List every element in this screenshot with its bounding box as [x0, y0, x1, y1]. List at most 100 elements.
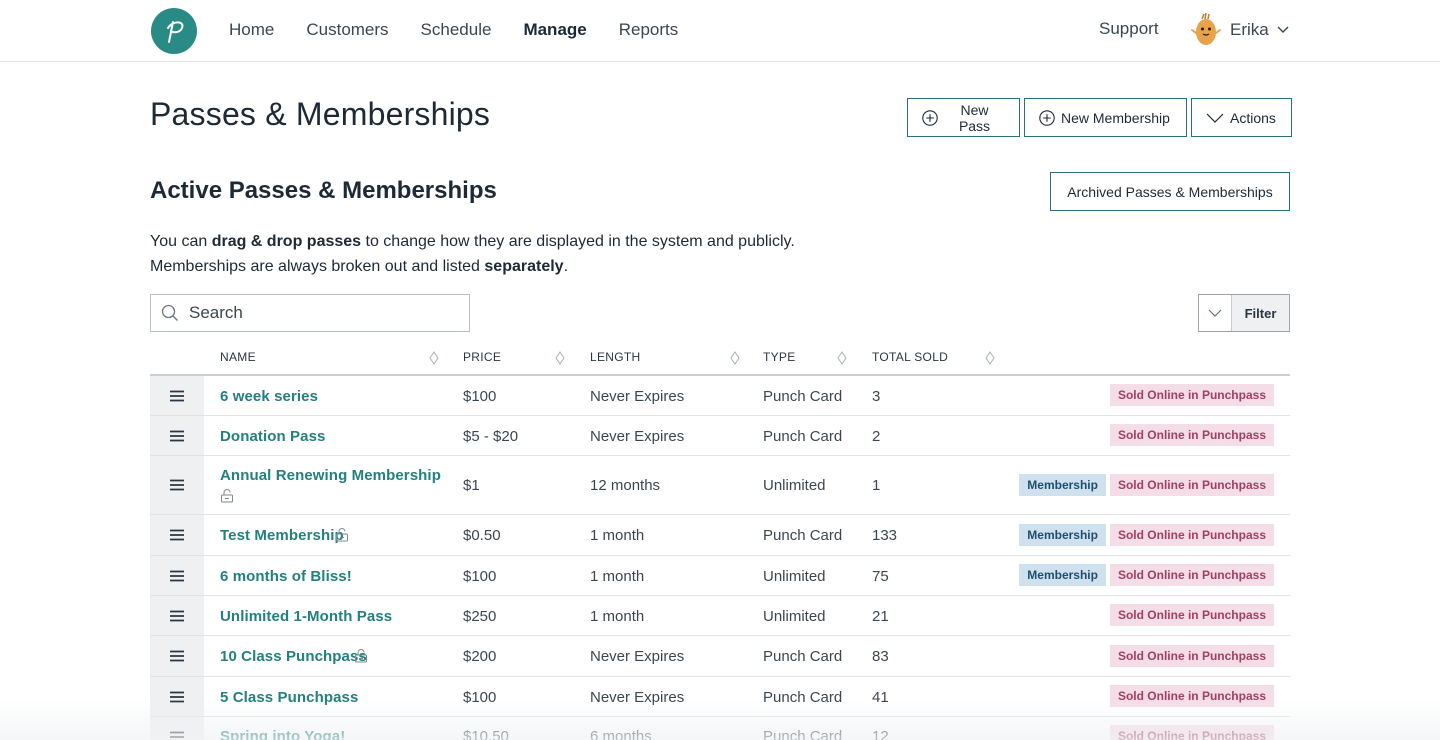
- nav-schedule[interactable]: Schedule: [421, 20, 492, 40]
- row-badges: Membership Sold Online in Punchpass: [1019, 524, 1274, 546]
- avatar: [1191, 13, 1221, 45]
- chevron-down-icon: [1277, 26, 1289, 33]
- table-row: Unlimited 1-Month Pass $250 1 month Unli…: [150, 596, 1290, 636]
- pass-name-link[interactable]: Annual Renewing Membership: [220, 467, 441, 484]
- drag-handle[interactable]: [150, 416, 204, 455]
- price-cell: $0.50: [463, 527, 501, 544]
- actions-button[interactable]: Actions: [1191, 98, 1292, 137]
- filter-caret[interactable]: [1199, 295, 1232, 331]
- search-input[interactable]: [189, 303, 459, 323]
- membership-badge: Membership: [1019, 564, 1106, 586]
- pass-name-link[interactable]: 10 Class Punchpass: [220, 648, 367, 665]
- drag-handle[interactable]: [150, 456, 204, 514]
- drag-handle[interactable]: [150, 717, 204, 740]
- table-row: 6 week series $100 Never Expires Punch C…: [150, 376, 1290, 416]
- sort-icon[interactable]: [429, 351, 439, 365]
- membership-badge: Membership: [1019, 524, 1106, 546]
- total-sold-cell: 133: [872, 527, 898, 544]
- plus-circle-icon: [1039, 109, 1055, 126]
- drag-handle-icon: [170, 479, 184, 491]
- sort-icon[interactable]: [837, 351, 847, 365]
- length-cell: 1 month: [590, 568, 645, 585]
- drag-handle[interactable]: [150, 376, 204, 415]
- type-cell: Unlimited: [763, 568, 826, 585]
- new-membership-button[interactable]: New Membership: [1024, 98, 1187, 137]
- drag-handle-icon: [170, 529, 184, 541]
- nav-reports[interactable]: Reports: [619, 20, 679, 40]
- table-row: 5 Class Punchpass $100 Never Expires Pun…: [150, 677, 1290, 717]
- type-cell: Punch Card: [763, 648, 843, 665]
- nav-home[interactable]: Home: [229, 20, 274, 40]
- length-cell: Never Expires: [590, 689, 685, 706]
- price-cell: $200: [463, 648, 497, 665]
- sold-online-badge: Sold Online in Punchpass: [1109, 685, 1274, 707]
- drag-handle-icon: [170, 610, 184, 621]
- drag-handle[interactable]: [150, 677, 204, 716]
- sort-icon[interactable]: [555, 351, 565, 365]
- pass-name-link[interactable]: 5 Class Punchpass: [220, 689, 358, 706]
- punchpass-logo[interactable]: [151, 8, 197, 54]
- type-cell: Punch Card: [763, 728, 843, 740]
- total-sold-cell: 2: [872, 428, 881, 445]
- recurring-icon: [355, 649, 367, 663]
- nav-manage[interactable]: Manage: [523, 20, 586, 40]
- sort-icon[interactable]: [985, 351, 995, 365]
- column-header-length[interactable]: LENGTH: [590, 350, 640, 364]
- row-badges: Sold Online in Punchpass: [1109, 645, 1274, 667]
- user-menu[interactable]: Erika: [1190, 12, 1289, 48]
- pass-name-link[interactable]: 6 week series: [220, 388, 318, 405]
- pass-name-link[interactable]: Unlimited 1-Month Pass: [220, 608, 392, 625]
- new-pass-button[interactable]: New Pass: [907, 98, 1020, 137]
- row-badges: Membership Sold Online in Punchpass: [1019, 474, 1274, 496]
- length-cell: 1 month: [590, 527, 645, 544]
- price-cell: $100: [463, 689, 497, 706]
- support-link[interactable]: Support: [1099, 19, 1159, 39]
- plus-circle-icon: [922, 109, 938, 126]
- membership-badge: Membership: [1019, 474, 1106, 496]
- filter-button[interactable]: Filter: [1198, 294, 1290, 332]
- total-sold-cell: 1: [872, 477, 881, 494]
- logo-p-icon: [167, 21, 184, 43]
- column-header-name[interactable]: NAME: [220, 350, 256, 364]
- column-header-total-sold[interactable]: TOTAL SOLD: [872, 350, 948, 364]
- drag-handle[interactable]: [150, 515, 204, 555]
- sold-online-badge: Sold Online in Punchpass: [1109, 384, 1274, 406]
- price-cell: $10.50: [463, 728, 509, 740]
- price-cell: $1: [463, 477, 480, 494]
- new-membership-label: New Membership: [1061, 109, 1170, 126]
- pass-name-link[interactable]: Spring into Yoga!: [220, 728, 345, 740]
- search-icon: [161, 304, 178, 321]
- length-cell: 6 months: [590, 728, 652, 740]
- row-badges: Sold Online in Punchpass: [1109, 725, 1274, 740]
- column-header-price[interactable]: PRICE: [463, 350, 501, 364]
- row-badges: Sold Online in Punchpass: [1109, 424, 1274, 446]
- intro-line-1: You can drag & drop passes to change how…: [150, 233, 795, 250]
- length-cell: 1 month: [590, 608, 645, 625]
- table-row: Test Membership $0.50 1 month Punch Card…: [150, 515, 1290, 556]
- recurring-icon: [221, 489, 233, 503]
- intro-text: You can drag & drop passes to change how…: [150, 229, 795, 279]
- drag-handle[interactable]: [150, 556, 204, 595]
- sort-icon[interactable]: [730, 351, 740, 365]
- total-sold-cell: 83: [872, 648, 889, 665]
- filter-label: Filter: [1232, 295, 1289, 331]
- type-cell: Punch Card: [763, 428, 843, 445]
- drag-handle[interactable]: [150, 636, 204, 676]
- top-navigation: Home Customers Schedule Manage Reports S…: [0, 0, 1440, 62]
- pass-name-link[interactable]: 6 months of Bliss!: [220, 568, 352, 585]
- chevron-down-icon: [1208, 309, 1222, 317]
- drag-handle[interactable]: [150, 596, 204, 635]
- total-sold-cell: 75: [872, 568, 889, 585]
- price-cell: $5 - $20: [463, 428, 519, 445]
- column-header-type[interactable]: TYPE: [763, 350, 796, 364]
- price-cell: $250: [463, 608, 497, 625]
- table-row: Spring into Yoga! $10.50 6 months Punch …: [150, 717, 1290, 740]
- pass-name-link[interactable]: Test Membership: [220, 527, 344, 544]
- pass-name-link[interactable]: Donation Pass: [220, 428, 326, 445]
- archived-passes-button[interactable]: Archived Passes & Memberships: [1050, 172, 1290, 211]
- archived-passes-label: Archived Passes & Memberships: [1067, 183, 1273, 200]
- length-cell: Never Expires: [590, 428, 685, 445]
- total-sold-cell: 21: [872, 608, 889, 625]
- nav-customers[interactable]: Customers: [306, 20, 388, 40]
- sold-online-badge: Sold Online in Punchpass: [1109, 474, 1274, 496]
